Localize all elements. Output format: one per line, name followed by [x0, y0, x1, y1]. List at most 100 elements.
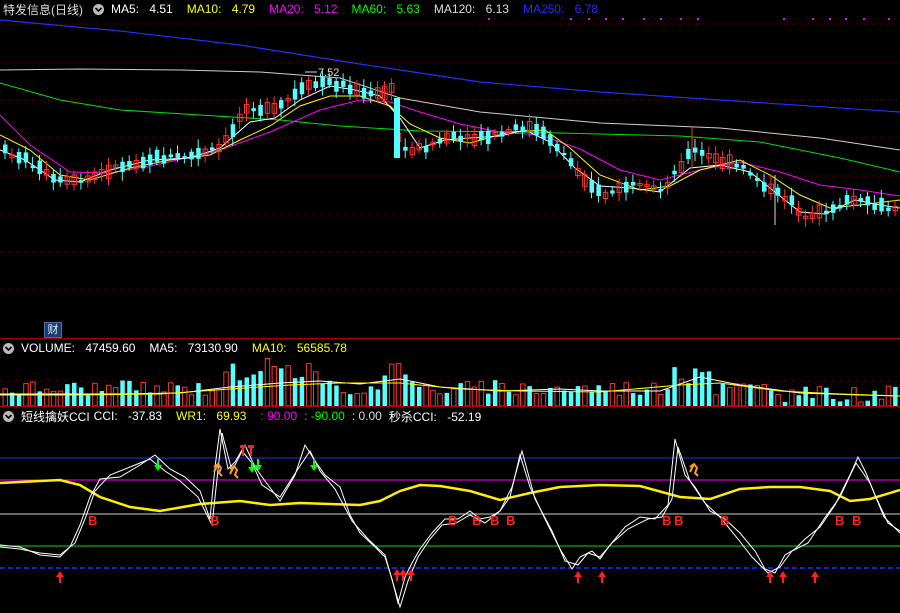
- volume-bar: [644, 389, 650, 406]
- volume-bar: [196, 383, 201, 406]
- volume-bar: [561, 390, 567, 406]
- candle-body: [127, 161, 132, 168]
- volume-bar: [85, 395, 91, 406]
- volume-bar: [154, 385, 160, 406]
- candle-body: [30, 165, 36, 169]
- candle-body: [865, 196, 870, 206]
- buy-label: B: [720, 513, 729, 528]
- candle-body: [789, 195, 795, 206]
- volume-bar: [492, 380, 498, 406]
- signal-dot: [680, 18, 682, 20]
- volume-bar: [513, 394, 519, 406]
- volume-bar: [872, 390, 877, 406]
- volume-bar: [727, 387, 733, 406]
- runner-icon: [689, 462, 699, 477]
- ma5-label: MA5:: [111, 2, 140, 16]
- level-zero-value: : 0.00: [351, 409, 382, 423]
- volume-bar: [733, 383, 740, 406]
- cci-chart[interactable]: BBBBBBBBBBB: [0, 407, 900, 613]
- runner-icon: [229, 464, 239, 479]
- candle-body: [486, 130, 491, 145]
- volume-bars: [2, 358, 898, 406]
- candle-body: [16, 151, 22, 164]
- candle-body: [23, 152, 29, 163]
- volume-bar: [361, 392, 367, 406]
- signal-dot: [588, 18, 590, 20]
- buy-label: B: [210, 513, 219, 528]
- volume-bar: [623, 382, 629, 406]
- candle-body: [748, 172, 753, 176]
- ma120-label: MA120:: [433, 2, 476, 16]
- candle-body: [230, 124, 236, 138]
- signal-dot: [863, 18, 865, 20]
- buy-label: B: [662, 513, 671, 528]
- volume-label: VOLUME:: [21, 341, 76, 355]
- volume-bar: [50, 390, 57, 406]
- candle-body: [189, 151, 194, 160]
- candle-body: [831, 204, 836, 213]
- finance-badge-icon[interactable]: 财: [44, 322, 62, 338]
- chevron-down-icon[interactable]: [3, 342, 14, 354]
- volume-bar: [237, 380, 243, 406]
- volume-bar: [810, 397, 815, 406]
- volume-bar: [354, 393, 360, 406]
- volume-bar: [340, 392, 347, 406]
- buy-arrow-icon: [399, 569, 407, 581]
- candle-body: [693, 147, 698, 153]
- buy-arrow-icon: [598, 571, 606, 583]
- chevron-down-icon[interactable]: [3, 410, 14, 422]
- volume-bar: [202, 394, 209, 406]
- volume-bar: [188, 394, 195, 406]
- candle-body: [624, 181, 629, 193]
- volume-bar: [403, 374, 408, 406]
- volume-bar: [209, 390, 215, 406]
- candle-body: [154, 149, 160, 162]
- volume-bar: [285, 365, 291, 406]
- candle-body: [394, 98, 400, 158]
- candle-body: [451, 131, 456, 140]
- chevron-down-icon[interactable]: [93, 3, 104, 15]
- ma20-line: [0, 99, 900, 197]
- volume-bar: [375, 389, 381, 406]
- buy-arrow-icon: [811, 571, 819, 583]
- volume-value: 47459.60: [85, 341, 136, 355]
- candle-body: [479, 130, 484, 141]
- wr1-value: 69.93: [216, 409, 247, 423]
- price-panel[interactable]: 特发信息(日线) MA5: 4.51 MA10: 4.79 MA20: 5.12…: [0, 0, 900, 338]
- level-high-value: : 90.00: [260, 409, 298, 423]
- ma60-line: [0, 82, 900, 173]
- volume-bar: [320, 383, 325, 406]
- signal-dot: [697, 18, 699, 20]
- candle-body: [168, 154, 174, 158]
- ma120-value: 6.13: [485, 2, 509, 16]
- cci-panel[interactable]: 短线擒妖CCI CCI: -37.83 WR1: 69.93 : 90.00 :…: [0, 407, 900, 613]
- volume-bar: [216, 389, 222, 406]
- buy-label: B: [88, 513, 97, 528]
- candle-body: [251, 108, 256, 112]
- buy-arrow-icon: [56, 571, 64, 583]
- volume-bar: [803, 386, 808, 406]
- vol-ma10-label: MA10:: [251, 341, 287, 355]
- volume-bar: [520, 383, 526, 406]
- volume-panel[interactable]: VOLUME: 47459.60 MA5: 73130.90 MA10: 565…: [0, 339, 900, 406]
- volume-bar: [458, 383, 463, 406]
- volume-bar: [258, 371, 263, 406]
- volume-bar: [831, 398, 836, 406]
- candle-body: [258, 104, 263, 116]
- price-header: 特发信息(日线) MA5: 4.51 MA10: 4.79 MA20: 5.12…: [0, 0, 900, 18]
- volume-bar: [878, 398, 885, 406]
- volume-bar: [554, 386, 560, 406]
- volume-bar: [43, 388, 50, 406]
- candle-body: [292, 88, 298, 100]
- candle-body: [120, 161, 125, 172]
- volume-bar: [230, 363, 236, 406]
- candle-body: [699, 149, 705, 156]
- candle-body: [548, 134, 553, 146]
- vol-ma5-label: MA5:: [149, 341, 178, 355]
- ma5-line: [0, 85, 900, 215]
- candlestick-chart[interactable]: 7.52: [0, 0, 900, 338]
- candle-body: [3, 144, 8, 154]
- volume-bar: [824, 387, 829, 406]
- volume-bar: [768, 390, 774, 406]
- ma20-label: MA20:: [269, 2, 304, 16]
